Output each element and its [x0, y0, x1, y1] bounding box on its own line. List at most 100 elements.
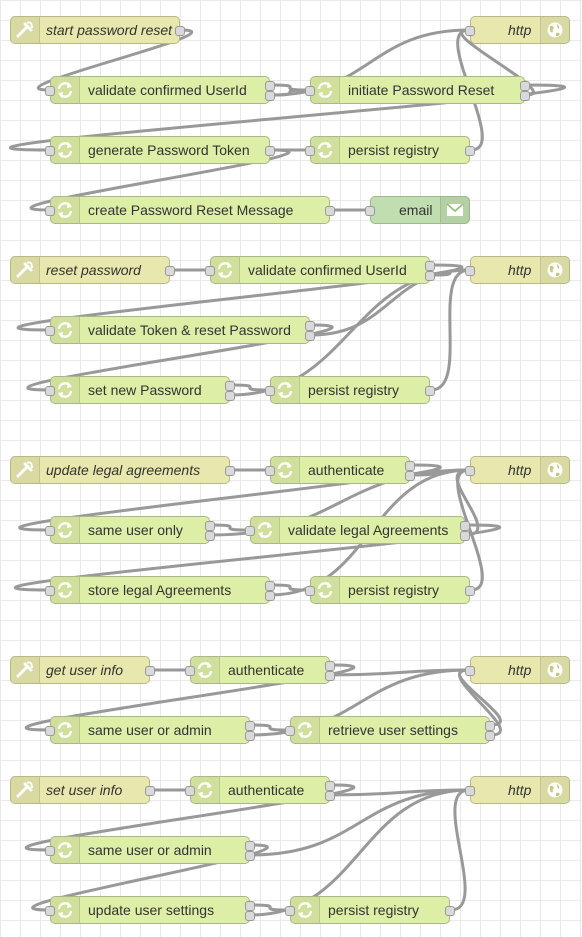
- function-node[interactable]: authenticate: [185, 656, 335, 684]
- output-port[interactable]: [245, 911, 255, 921]
- output-port[interactable]: [245, 901, 255, 911]
- input-port[interactable]: [185, 666, 195, 676]
- output-port[interactable]: [325, 671, 335, 681]
- input-port[interactable]: [285, 726, 295, 736]
- http-response-node[interactable]: http: [465, 656, 570, 684]
- output-port[interactable]: [520, 81, 530, 91]
- output-port[interactable]: [305, 331, 315, 341]
- function-node[interactable]: validate confirmed UserId: [205, 256, 435, 284]
- email-node[interactable]: email: [365, 196, 470, 224]
- input-port[interactable]: [305, 586, 315, 596]
- output-port[interactable]: [245, 841, 255, 851]
- output-port[interactable]: [205, 521, 215, 531]
- input-port[interactable]: [305, 146, 315, 156]
- output-port[interactable]: [325, 206, 335, 216]
- http-response-node[interactable]: http: [465, 776, 570, 804]
- output-port[interactable]: [265, 146, 275, 156]
- input-port[interactable]: [45, 386, 55, 396]
- output-port[interactable]: [425, 261, 435, 271]
- function-node[interactable]: create Password Reset Message: [45, 196, 335, 224]
- input-port[interactable]: [265, 386, 275, 396]
- function-node[interactable]: persist registry: [305, 576, 475, 604]
- output-port[interactable]: [245, 851, 255, 861]
- function-node[interactable]: retrieve user settings: [285, 716, 495, 744]
- input-port[interactable]: [45, 326, 55, 336]
- input-port[interactable]: [45, 86, 55, 96]
- output-port[interactable]: [325, 791, 335, 801]
- input-port[interactable]: [45, 726, 55, 736]
- output-port[interactable]: [265, 581, 275, 591]
- output-port[interactable]: [145, 786, 155, 796]
- output-port[interactable]: [425, 386, 435, 396]
- input-port[interactable]: [45, 846, 55, 856]
- output-port[interactable]: [485, 731, 495, 741]
- function-node[interactable]: persist registry: [305, 136, 475, 164]
- output-port[interactable]: [520, 91, 530, 101]
- input-port[interactable]: [285, 906, 295, 916]
- output-port[interactable]: [305, 321, 315, 331]
- input-port[interactable]: [465, 666, 475, 676]
- function-node[interactable]: generate Password Token: [45, 136, 275, 164]
- input-port[interactable]: [45, 206, 55, 216]
- output-port[interactable]: [175, 26, 185, 36]
- input-port[interactable]: [45, 906, 55, 916]
- function-node[interactable]: same user or admin: [45, 716, 255, 744]
- output-port[interactable]: [265, 91, 275, 101]
- output-port[interactable]: [465, 146, 475, 156]
- function-node[interactable]: same user or admin: [45, 836, 255, 864]
- output-port[interactable]: [245, 731, 255, 741]
- function-node[interactable]: persist registry: [265, 376, 435, 404]
- input-port[interactable]: [465, 266, 475, 276]
- output-port[interactable]: [460, 521, 470, 531]
- output-port[interactable]: [165, 266, 175, 276]
- input-port[interactable]: [305, 86, 315, 96]
- output-port[interactable]: [265, 81, 275, 91]
- function-node[interactable]: validate confirmed UserId: [45, 76, 275, 104]
- function-node[interactable]: same user only: [45, 516, 215, 544]
- output-port[interactable]: [225, 391, 235, 401]
- output-port[interactable]: [325, 661, 335, 671]
- output-port[interactable]: [225, 381, 235, 391]
- input-port[interactable]: [45, 586, 55, 596]
- input-port[interactable]: [205, 266, 215, 276]
- function-node[interactable]: update user settings: [45, 896, 255, 924]
- inject-node[interactable]: set user info: [10, 776, 155, 804]
- function-node[interactable]: validate Token & reset Password: [45, 316, 315, 344]
- output-port[interactable]: [425, 271, 435, 281]
- http-response-node[interactable]: http: [465, 456, 570, 484]
- input-port[interactable]: [185, 786, 195, 796]
- output-port[interactable]: [405, 461, 415, 471]
- input-port[interactable]: [45, 146, 55, 156]
- output-port[interactable]: [265, 591, 275, 601]
- output-port[interactable]: [465, 586, 475, 596]
- inject-node[interactable]: update legal agreements: [10, 456, 235, 484]
- function-node[interactable]: set new Password: [45, 376, 235, 404]
- inject-node[interactable]: get user info: [10, 656, 155, 684]
- input-port[interactable]: [465, 786, 475, 796]
- function-node[interactable]: store legal Agreements: [45, 576, 275, 604]
- inject-node[interactable]: reset password: [10, 256, 175, 284]
- function-node[interactable]: validate legal Agreements: [245, 516, 470, 544]
- input-port[interactable]: [465, 466, 475, 476]
- output-port[interactable]: [245, 721, 255, 731]
- output-port[interactable]: [205, 531, 215, 541]
- input-port[interactable]: [365, 206, 375, 216]
- output-port[interactable]: [145, 666, 155, 676]
- input-port[interactable]: [265, 466, 275, 476]
- output-port[interactable]: [485, 721, 495, 731]
- function-node[interactable]: initiate Password Reset: [305, 76, 530, 104]
- output-port[interactable]: [460, 531, 470, 541]
- output-port[interactable]: [405, 471, 415, 481]
- http-response-node[interactable]: http: [465, 16, 570, 44]
- function-node[interactable]: authenticate: [185, 776, 335, 804]
- http-response-node[interactable]: http: [465, 256, 570, 284]
- input-port[interactable]: [245, 526, 255, 536]
- inject-node[interactable]: start password reset: [10, 16, 185, 44]
- output-port[interactable]: [225, 466, 235, 476]
- input-port[interactable]: [465, 26, 475, 36]
- output-port[interactable]: [445, 906, 455, 916]
- output-port[interactable]: [325, 781, 335, 791]
- function-node[interactable]: authenticate: [265, 456, 415, 484]
- function-node[interactable]: persist registry: [285, 896, 455, 924]
- input-port[interactable]: [45, 526, 55, 536]
